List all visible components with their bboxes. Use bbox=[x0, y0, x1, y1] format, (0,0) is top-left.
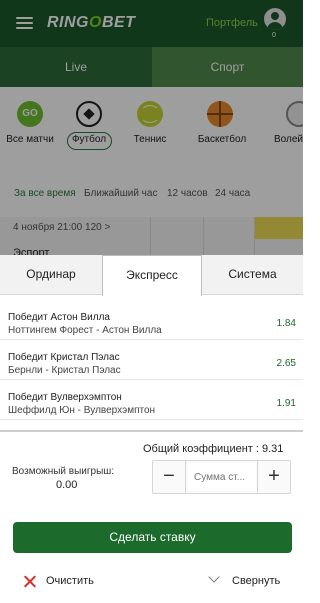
bet-odd: 1.91 bbox=[276, 398, 296, 409]
bet-row[interactable]: Победит Кристал Пэлас Бернли - Кристал П… bbox=[0, 347, 303, 380]
place-bet-button[interactable]: Сделать ставку bbox=[13, 522, 292, 553]
modal-backdrop[interactable] bbox=[0, 0, 303, 255]
bet-title: Победит Кристал Пэлас bbox=[8, 352, 120, 363]
bet-match: Бернли - Кристал Пэлас bbox=[8, 365, 121, 376]
bet-type-tabs: Ординар Экспресс Система bbox=[0, 255, 303, 296]
possible-win-value: 0.00 bbox=[56, 479, 78, 491]
tab-single[interactable]: Ординар bbox=[0, 255, 102, 295]
collapse-label: Свернуть bbox=[232, 575, 281, 587]
possible-win-label: Возможный выигрыш: bbox=[12, 466, 115, 477]
total-coefficient: Общий коэффициент : 9.31 bbox=[143, 443, 284, 455]
bet-row[interactable]: Победит Вулверхэмптон Шеффилд Юн - Вулве… bbox=[0, 387, 303, 420]
bet-slip: Ординар Экспресс Система Победит Астон В… bbox=[0, 255, 303, 603]
bet-match: Шеффилд Юн - Вулверхэмптон bbox=[8, 405, 156, 416]
bet-row[interactable]: Победит Астон Вилла Ноттингем Форест - А… bbox=[0, 307, 303, 340]
bet-title: Победит Астон Вилла bbox=[8, 312, 110, 323]
divider bbox=[0, 430, 303, 432]
clear-label: Очистить bbox=[46, 575, 94, 587]
tab-express[interactable]: Экспресс bbox=[102, 255, 202, 296]
bet-odd: 1.84 bbox=[276, 318, 296, 329]
tab-system[interactable]: Система bbox=[202, 255, 303, 295]
bet-title: Победит Вулверхэмптон bbox=[8, 392, 122, 403]
stake-stepper: − + bbox=[152, 460, 291, 494]
chevron-down-icon bbox=[208, 571, 220, 583]
close-icon bbox=[23, 575, 36, 588]
stake-input[interactable] bbox=[188, 463, 256, 491]
decrease-stake-button[interactable]: − bbox=[153, 461, 186, 493]
increase-stake-button[interactable]: + bbox=[257, 461, 290, 493]
bet-match: Ноттингем Форест - Астон Вилла bbox=[8, 325, 162, 336]
bet-odd: 2.65 bbox=[276, 358, 296, 369]
